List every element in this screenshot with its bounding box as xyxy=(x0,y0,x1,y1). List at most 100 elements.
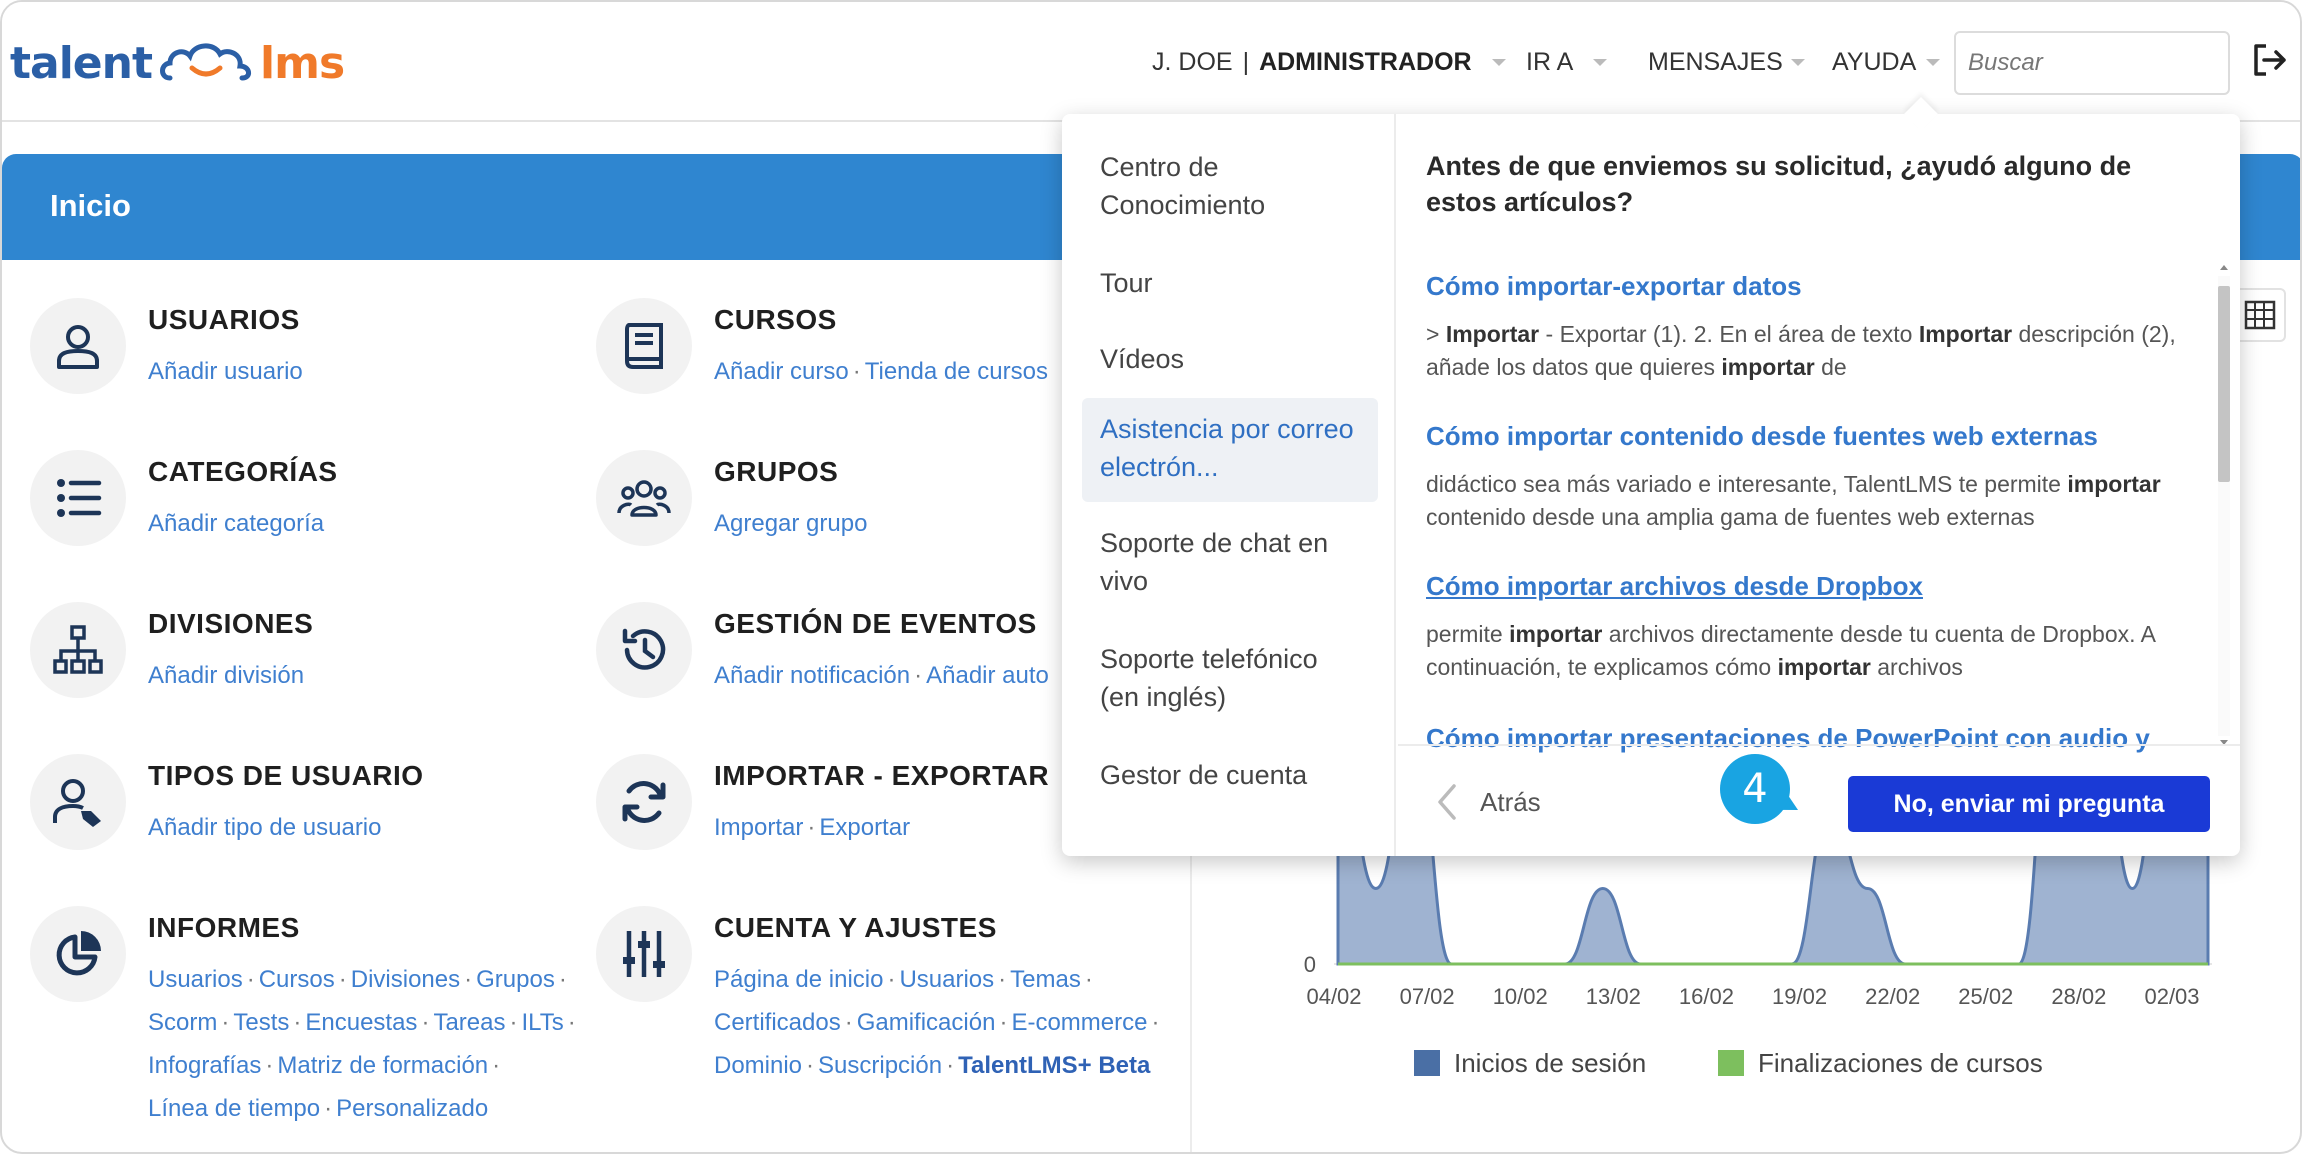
chart-legend-swatch xyxy=(1718,1050,1744,1076)
tile-link[interactable]: Exportar xyxy=(819,814,910,841)
help-dropdown: Centro de Conocimiento Tour Vídeos Asist… xyxy=(1062,97,2240,856)
tile-link[interactable]: Usuarios xyxy=(148,966,243,993)
tile-link[interactable]: TalentLMS+ Beta xyxy=(958,1052,1150,1079)
tile-link[interactable]: Temas xyxy=(1010,966,1081,993)
articles-scrollbar[interactable] xyxy=(2214,262,2232,750)
tile-link[interactable]: Importar xyxy=(714,814,803,841)
tile-icon-circle[interactable] xyxy=(596,754,692,850)
user-menu[interactable]: J. DOE | ADMINISTRADOR xyxy=(1152,42,1506,82)
tile-link[interactable]: Añadir tipo de usuario xyxy=(148,814,381,841)
book-icon xyxy=(625,323,663,369)
link-separator: · xyxy=(558,966,567,993)
tile-link[interactable]: Añadir auto xyxy=(926,662,1049,689)
link-separator: · xyxy=(914,662,923,689)
tile-link[interactable]: Usuarios xyxy=(899,966,994,993)
tile-title[interactable]: USUARIOS xyxy=(148,304,300,336)
tile-link[interactable]: Gamificación xyxy=(857,1009,996,1036)
tile-link[interactable]: Divisiones xyxy=(351,966,460,993)
link-separator: · xyxy=(246,966,255,993)
tile-link[interactable]: ILTs xyxy=(521,1009,563,1036)
back-button[interactable]: Atrás xyxy=(1436,782,1541,822)
tile-link[interactable]: Scorm xyxy=(148,1009,217,1036)
tile-links: Añadir notificación · Añadir auto xyxy=(714,654,1049,697)
tile-link[interactable]: Añadir categoría xyxy=(148,510,324,537)
tile-link[interactable]: Encuestas xyxy=(305,1009,417,1036)
list-icon xyxy=(57,479,102,517)
tile-icon-circle[interactable] xyxy=(30,906,126,1002)
tile-link[interactable]: Tienda de cursos xyxy=(865,358,1048,385)
tile-title[interactable]: CURSOS xyxy=(714,304,837,336)
tile-link[interactable]: Matriz de formación xyxy=(277,1052,488,1079)
link-separator: · xyxy=(852,358,861,385)
tile-icon-circle[interactable] xyxy=(30,602,126,698)
help-item-account-manager[interactable]: Gestor de cuenta xyxy=(1082,748,1378,802)
logout-icon[interactable] xyxy=(2250,40,2290,80)
link-separator: · xyxy=(464,966,473,993)
app-window: talent lms J. DOE | ADMINISTRADOR IR A M… xyxy=(0,0,2302,1154)
tile-link[interactable]: Página de inicio xyxy=(714,966,883,993)
tile-link[interactable]: Agregar grupo xyxy=(714,510,867,537)
help-item-knowledge-center[interactable]: Centro de Conocimiento xyxy=(1082,140,1378,232)
tile-link[interactable]: Dominio xyxy=(714,1052,802,1079)
cloud-icon xyxy=(160,43,252,81)
article-item: Cómo importar archivos desde Dropbox per… xyxy=(1426,568,2206,684)
logo-text-left: talent xyxy=(10,37,153,89)
tile-icon-circle[interactable] xyxy=(30,298,126,394)
tile-link[interactable]: E-commerce xyxy=(1011,1009,1147,1036)
help-item-email-support[interactable]: Asistencia por correo electrón... xyxy=(1082,398,1378,502)
chart-x-tick-label: 22/02 xyxy=(1865,984,1920,1009)
tile-link[interactable]: Tests xyxy=(233,1009,289,1036)
article-item: Cómo importar-exportar datos > Importar … xyxy=(1426,268,2206,384)
tile-link[interactable]: Añadir usuario xyxy=(148,358,303,385)
search-input[interactable] xyxy=(1954,31,2230,95)
scroll-up-icon[interactable] xyxy=(2218,262,2230,272)
tile-link[interactable]: Añadir división xyxy=(148,662,304,689)
tile-title[interactable]: TIPOS DE USUARIO xyxy=(148,760,424,792)
talentlms-logo[interactable]: talent lms xyxy=(10,28,345,98)
help-item-live-chat[interactable]: Soporte de chat en vivo xyxy=(1082,516,1378,608)
tile-link[interactable]: Personalizado xyxy=(336,1095,488,1122)
tile-link[interactable]: Suscripción xyxy=(818,1052,942,1079)
article-link[interactable]: Cómo importar-exportar datos xyxy=(1426,268,2206,304)
tile-title[interactable]: IMPORTAR - EXPORTAR xyxy=(714,760,1049,792)
tile-icon-circle[interactable] xyxy=(30,754,126,850)
tile-icon-circle[interactable] xyxy=(596,602,692,698)
tile-links: Página de inicio · Usuarios · Temas · Certific… xyxy=(714,958,1163,1087)
send-question-button[interactable]: No, enviar mi pregunta xyxy=(1848,776,2210,832)
goto-menu[interactable]: IR A xyxy=(1526,42,1608,82)
help-menu[interactable]: AYUDA xyxy=(1832,42,1941,82)
user-role: ADMINISTRADOR xyxy=(1259,47,1472,76)
step-callout-badge: 4 xyxy=(1720,754,1790,824)
article-link[interactable]: Cómo importar contenido desde fuentes we… xyxy=(1426,418,2206,454)
tile-icon-circle[interactable] xyxy=(596,298,692,394)
tile-links: Añadir división xyxy=(148,654,304,697)
tile-link[interactable]: Añadir curso xyxy=(714,358,849,385)
tile-title[interactable]: DIVISIONES xyxy=(148,608,313,640)
link-separator: · xyxy=(421,1009,430,1036)
help-item-videos[interactable]: Vídeos xyxy=(1082,332,1378,386)
tile-link[interactable]: Añadir notificación xyxy=(714,662,910,689)
chart-x-tick-label: 04/02 xyxy=(1306,984,1361,1009)
tile-title[interactable]: CUENTA Y AJUSTES xyxy=(714,912,997,944)
tile-link[interactable]: Certificados xyxy=(714,1009,841,1036)
help-item-phone-support[interactable]: Soporte telefónico (en inglés) xyxy=(1082,632,1378,724)
tile-icon-circle[interactable] xyxy=(596,906,692,1002)
article-snippet: didáctico sea más variado e interesante,… xyxy=(1426,471,2161,530)
group-icon xyxy=(617,480,671,517)
tile-title[interactable]: CATEGORÍAS xyxy=(148,456,338,488)
tile-title[interactable]: GESTIÓN DE EVENTOS xyxy=(714,608,1037,640)
help-item-tour[interactable]: Tour xyxy=(1082,256,1378,310)
tile-link[interactable]: Línea de tiempo xyxy=(148,1095,320,1122)
tile-icon-circle[interactable] xyxy=(30,450,126,546)
tile-link[interactable]: Grupos xyxy=(476,966,555,993)
tile-link[interactable]: Tareas xyxy=(433,1009,505,1036)
tile-icon-circle[interactable] xyxy=(596,450,692,546)
table-view-toggle[interactable] xyxy=(2236,288,2286,342)
messages-menu[interactable]: MENSAJES xyxy=(1648,42,1805,82)
tile-title[interactable]: GRUPOS xyxy=(714,456,838,488)
tile-link[interactable]: Infografías xyxy=(148,1052,261,1079)
tile-link[interactable]: Cursos xyxy=(259,966,335,993)
article-link[interactable]: Cómo importar archivos desde Dropbox xyxy=(1426,568,2206,604)
scrollbar-thumb[interactable] xyxy=(2218,286,2230,482)
tile-title[interactable]: INFORMES xyxy=(148,912,300,944)
